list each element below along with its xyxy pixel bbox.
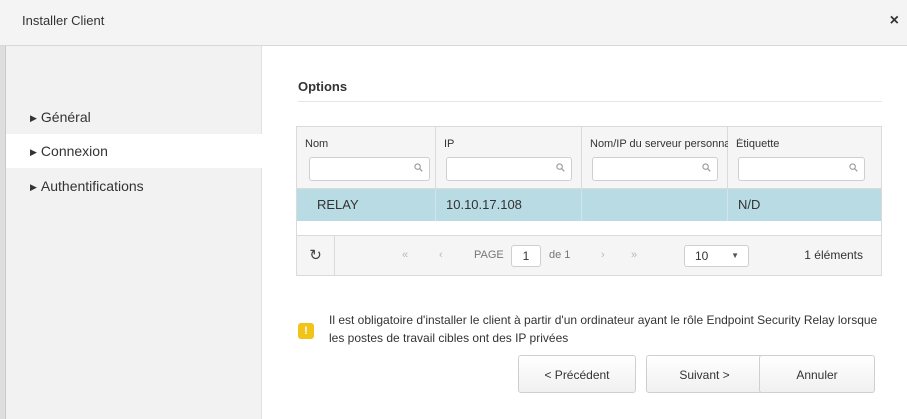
chevron-right-icon: ▶ xyxy=(30,147,37,157)
search-icon xyxy=(849,163,858,172)
sidebar: ▶ Général ▶ Connexion ▶ Authentifications xyxy=(6,46,262,419)
filter-ip-input[interactable] xyxy=(447,158,571,180)
filter-etiquette-input[interactable] xyxy=(739,158,864,180)
sidebar-item-label: Authentifications xyxy=(40,178,144,194)
column-label: Étiquette xyxy=(736,138,780,150)
column-label: Nom/IP du serveur personnalisé xyxy=(590,138,728,150)
refresh-icon[interactable]: ↻ xyxy=(297,236,335,275)
chevron-right-icon: ▶ xyxy=(30,113,37,123)
page-size-select[interactable]: 10 ▼ xyxy=(684,245,749,267)
column-header-ip: IP xyxy=(436,127,582,189)
close-icon[interactable]: × xyxy=(890,12,899,30)
prev-page-icon[interactable]: ‹ xyxy=(439,236,443,275)
section-title: Options xyxy=(298,79,348,94)
dialog-title: Installer Client xyxy=(22,13,105,28)
sidebar-item-authentifications[interactable]: ▶ Authentifications xyxy=(6,169,262,203)
search-icon xyxy=(414,163,423,172)
grid-header: Nom IP Nom/IP du serveur personnalisé xyxy=(297,127,881,189)
first-page-icon[interactable]: « xyxy=(402,236,408,275)
cell-serveur xyxy=(582,189,728,221)
sidebar-item-label: Connexion xyxy=(40,143,108,159)
grid-pager: ↻ « ‹ PAGE 1 de 1 › » 10 ▼ 1 éléments xyxy=(297,235,881,275)
search-icon xyxy=(702,163,711,172)
chevron-right-icon: ▶ xyxy=(30,182,37,192)
cancel-button[interactable]: Annuler xyxy=(759,355,875,393)
page-number-input[interactable]: 1 xyxy=(511,245,541,267)
warning-message: Il est obligatoire d'installer le client… xyxy=(329,313,878,345)
table-row[interactable]: RELAY 10.10.17.108 N/D xyxy=(297,189,881,221)
sidebar-item-label: Général xyxy=(40,109,91,125)
section-divider xyxy=(298,101,882,102)
search-icon xyxy=(556,163,565,172)
next-page-icon[interactable]: › xyxy=(601,236,605,275)
column-label: Nom xyxy=(305,138,329,150)
filter-nom-field[interactable] xyxy=(309,157,430,181)
item-count: 1 éléments xyxy=(804,248,863,262)
dialog-titlebar: Installer Client × xyxy=(0,0,907,46)
previous-button[interactable]: < Précédent xyxy=(518,355,636,393)
column-label: IP xyxy=(444,138,455,150)
main-content: Options Nom IP Nom/IP du serveur personn… xyxy=(262,46,907,419)
page-label: PAGE xyxy=(474,249,504,261)
page-total-label: de 1 xyxy=(549,249,571,261)
cell-ip: 10.10.17.108 xyxy=(436,189,582,221)
filter-nom-input[interactable] xyxy=(310,158,429,180)
next-button[interactable]: Suivant > xyxy=(646,355,763,393)
warning-icon: ! xyxy=(298,323,314,339)
sidebar-item-general[interactable]: ▶ Général xyxy=(6,100,262,134)
relay-grid: Nom IP Nom/IP du serveur personnalisé xyxy=(296,126,882,276)
cell-etiquette: N/D xyxy=(738,197,761,212)
sidebar-item-connexion[interactable]: ▶ Connexion xyxy=(6,134,262,168)
filter-serveur-field[interactable] xyxy=(592,157,718,181)
page-size-value: 10 xyxy=(695,249,709,263)
last-page-icon[interactable]: » xyxy=(631,236,637,275)
filter-etiquette-field[interactable] xyxy=(738,157,865,181)
column-header-serveur: Nom/IP du serveur personnalisé xyxy=(582,127,728,189)
filter-serveur-input[interactable] xyxy=(593,158,717,180)
column-header-etiquette: Étiquette xyxy=(728,127,881,189)
cell-nom: RELAY xyxy=(297,189,436,221)
filter-ip-field[interactable] xyxy=(446,157,572,181)
column-header-nom: Nom xyxy=(297,127,436,189)
chevron-down-icon: ▼ xyxy=(731,251,739,260)
